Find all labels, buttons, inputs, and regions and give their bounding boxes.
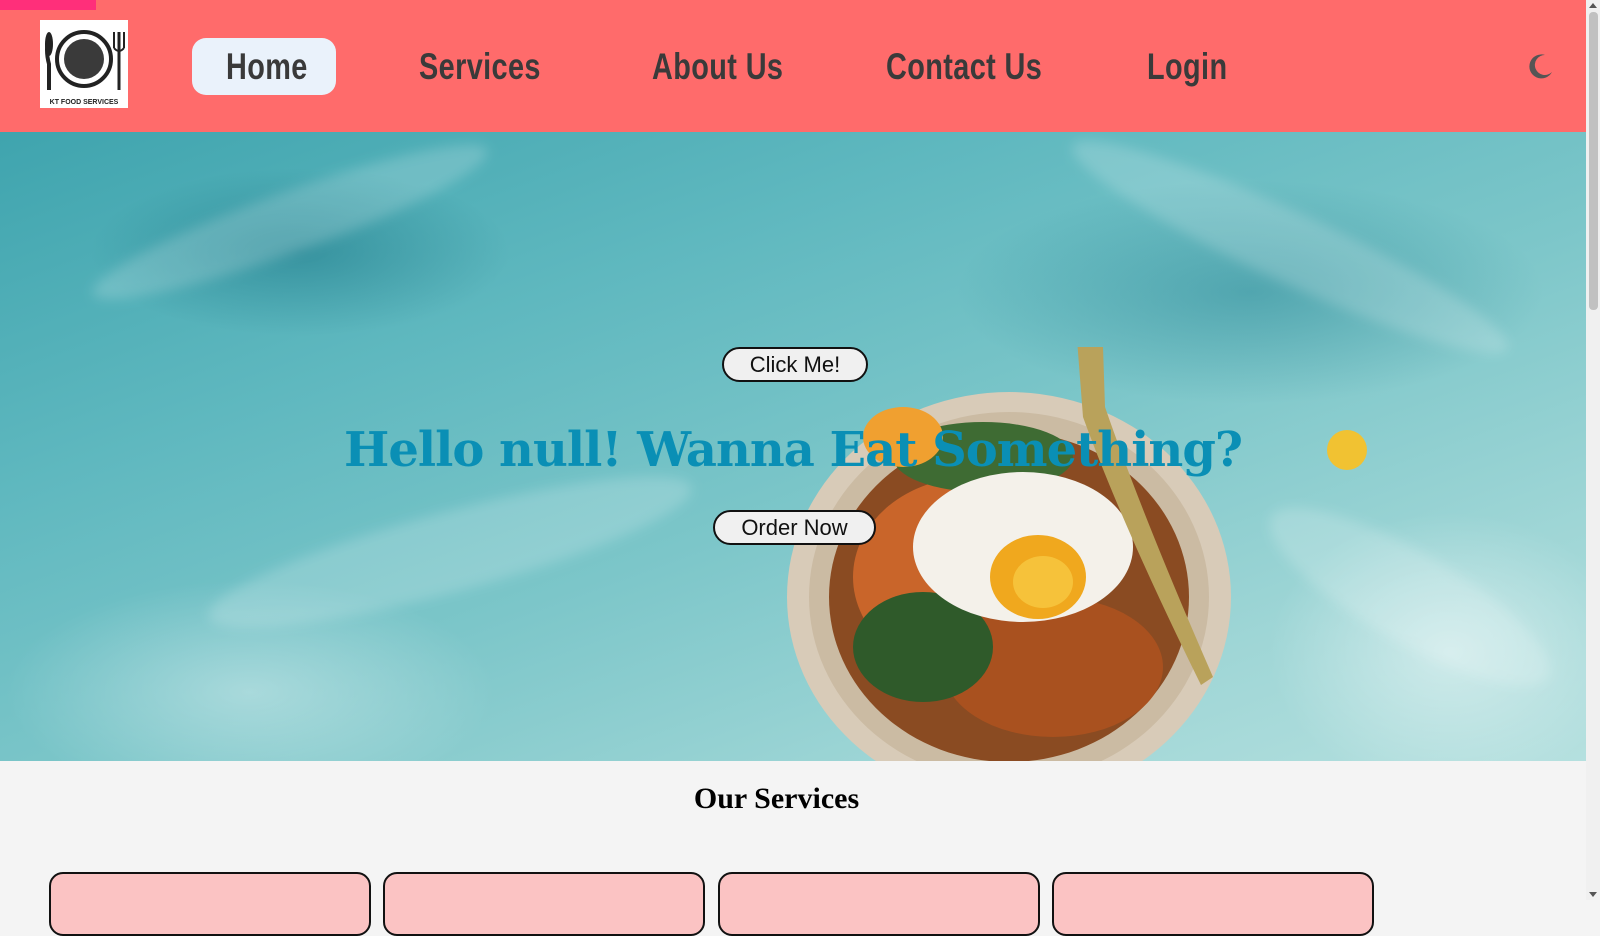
service-card[interactable] — [49, 872, 371, 936]
yellow-dot-decoration — [1327, 430, 1367, 470]
nav-item-contact-us[interactable]: Contact Us — [886, 38, 1042, 95]
scrollbar[interactable] — [1586, 0, 1600, 900]
navbar: KT FOOD SERVICES Home Services About Us … — [0, 0, 1586, 132]
service-card[interactable] — [1052, 872, 1374, 936]
nav-item-home[interactable]: Home — [226, 38, 308, 95]
services-section-title: Our Services — [693, 782, 860, 815]
nav-item-services[interactable]: Services — [419, 38, 541, 95]
scroll-down-arrow-icon[interactable] — [1589, 892, 1597, 897]
click-me-button[interactable]: Click Me! — [722, 347, 868, 382]
nav-item-about-us[interactable]: About Us — [652, 38, 783, 95]
logo[interactable]: KT FOOD SERVICES — [40, 20, 128, 108]
scrollbar-thumb[interactable] — [1589, 12, 1598, 310]
hero-section: Click Me! Hello null! Wanna Eat Somethin… — [0, 132, 1586, 761]
food-plate-image — [787, 347, 1231, 761]
service-card[interactable] — [718, 872, 1040, 936]
scroll-up-arrow-icon[interactable] — [1589, 3, 1597, 8]
plate-fork-knife-icon — [45, 30, 125, 90]
logo-text: KT FOOD SERVICES — [49, 99, 119, 106]
order-now-button[interactable]: Order Now — [713, 510, 876, 545]
nav-item-login[interactable]: Login — [1147, 38, 1227, 95]
moon-icon — [1529, 54, 1552, 79]
service-card[interactable] — [383, 872, 705, 936]
scroll-progress-bar — [0, 0, 96, 10]
theme-toggle-button[interactable] — [1526, 52, 1554, 80]
